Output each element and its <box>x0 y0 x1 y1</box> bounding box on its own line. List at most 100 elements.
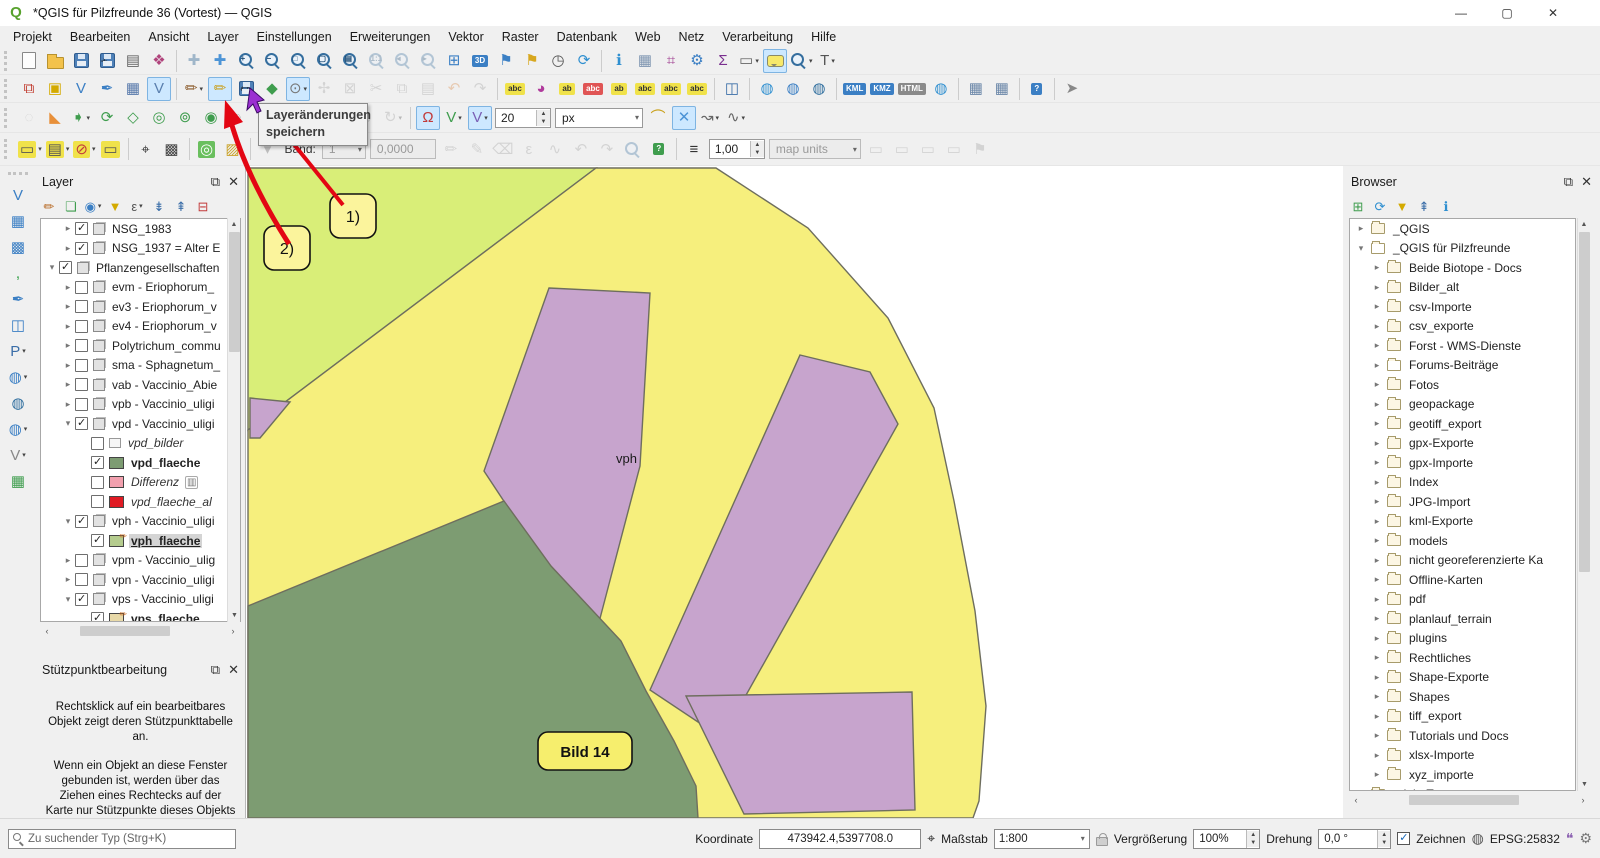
layer-item[interactable]: ▸NSG_1983 <box>41 219 240 239</box>
layer-item[interactable]: Differenz▥ <box>41 473 240 493</box>
expander-icon[interactable]: ▾ <box>45 262 59 273</box>
zoom-out-button[interactable]: − <box>260 49 284 73</box>
browser-item[interactable]: ▸tiff_export <box>1350 707 1575 727</box>
add-mesh-layer-button[interactable]: ▩ <box>6 235 30 259</box>
toolbar-handle[interactable] <box>4 139 13 159</box>
expander-icon[interactable]: ▸ <box>1370 594 1384 605</box>
show-spatial-bookmarks-button[interactable]: ⚑ <box>494 49 518 73</box>
add-virtual-layer-table-button[interactable]: ▦ <box>6 469 30 493</box>
serval-draw-button[interactable]: ▨ <box>221 137 245 161</box>
raster-epsilon-button[interactable]: ε <box>517 137 541 161</box>
expander-icon[interactable]: ▸ <box>1354 789 1368 791</box>
raster-undo-button[interactable]: ↶ <box>569 137 593 161</box>
add-xyz-layer-button[interactable]: ◍ <box>6 391 30 415</box>
kmz-tools-button[interactable]: KMZ <box>869 77 894 101</box>
self-snapping-button[interactable]: ↝▾ <box>698 106 722 130</box>
tasks-icon[interactable]: ⚙ <box>1579 830 1592 847</box>
text-annotation-button[interactable]: T▾ <box>816 49 840 73</box>
simplify-feature-button[interactable]: ◇ <box>121 106 145 130</box>
refresh-browser-button[interactable]: ⟳ <box>1370 196 1390 216</box>
visibility-checkbox[interactable] <box>75 417 88 430</box>
new-geopackage-layer-button[interactable]: ▣ <box>43 77 67 101</box>
crs-value[interactable]: EPSG:25832 <box>1490 832 1560 846</box>
layer-item[interactable]: ▸vab - Vaccinio_Abie <box>41 375 240 395</box>
fill-ring-button[interactable]: ◉ <box>199 106 223 130</box>
add-mssql-layer-button[interactable]: P▾ <box>6 339 30 363</box>
menu-item-web[interactable]: Web <box>626 28 669 46</box>
messages-icon[interactable]: ❝ <box>1566 830 1574 847</box>
tracing-button[interactable]: ∿▾ <box>724 106 748 130</box>
browser-item[interactable]: ▸Fotos <box>1350 375 1575 395</box>
layer-item[interactable]: ▸vpb - Vaccinio_uligi <box>41 395 240 415</box>
expander-icon[interactable]: ▸ <box>1370 379 1384 390</box>
maximize-button[interactable]: ▢ <box>1484 0 1530 26</box>
browser-item[interactable]: ▸adobeTemp <box>1350 785 1575 792</box>
browser-item[interactable]: ▸xyz_importe <box>1350 765 1575 785</box>
render-checkbox[interactable] <box>1397 832 1410 845</box>
visibility-checkbox[interactable] <box>91 437 104 450</box>
properties-widget-button[interactable]: ℹ <box>1436 196 1456 216</box>
expander-icon[interactable]: ▸ <box>1370 438 1384 449</box>
geocoder-button[interactable]: ▾ <box>789 49 814 73</box>
expander-icon[interactable]: ▸ <box>1370 691 1384 702</box>
mesh-units[interactable]: map units▾ <box>769 139 861 159</box>
toolbar-handle[interactable] <box>4 79 13 99</box>
browser-item[interactable]: ▸Rechtliches <box>1350 648 1575 668</box>
menu-item-layer[interactable]: Layer <box>198 28 247 46</box>
layer-item[interactable]: ▾vps - Vaccinio_uligi <box>41 590 240 610</box>
visibility-checkbox[interactable] <box>75 554 88 567</box>
measure-line-button[interactable]: ▭▾ <box>737 49 761 73</box>
menu-item-projekt[interactable]: Projekt <box>4 28 61 46</box>
expander-icon[interactable]: ▸ <box>61 301 75 312</box>
copy-features-button[interactable]: ⧉ <box>390 77 414 101</box>
manage-map-themes-button[interactable]: ◉▾ <box>83 196 103 216</box>
minimize-button[interactable]: — <box>1438 0 1484 26</box>
visibility-checkbox[interactable] <box>91 612 104 622</box>
visibility-checkbox[interactable] <box>75 242 88 255</box>
style-manager-button[interactable]: ❖ <box>147 49 171 73</box>
menu-item-vektor[interactable]: Vektor <box>439 28 492 46</box>
delete-ring-button[interactable]: ◌ <box>225 106 249 130</box>
temporal-controller-button[interactable]: ◷ <box>546 49 570 73</box>
new-print-layout-button[interactable]: ▤ <box>121 49 145 73</box>
expander-icon[interactable]: ▸ <box>1370 340 1384 351</box>
layer-item[interactable]: ▸ev4 - Eriophorum_v <box>41 317 240 337</box>
expander-icon[interactable]: ▾ <box>61 594 75 605</box>
serval-probe-button[interactable]: ◎ <box>195 137 219 161</box>
visibility-checkbox[interactable] <box>75 222 88 235</box>
zoom-next-button[interactable]: ▸ <box>416 49 440 73</box>
browser-item[interactable]: ▸gpx-Importe <box>1350 453 1575 473</box>
raster-zigzag-button[interactable]: ∿ <box>543 137 567 161</box>
refresh-map-button[interactable]: ⟳ <box>572 49 596 73</box>
layer-tree-hscrollbar[interactable]: ‹ › <box>40 624 240 638</box>
expander-icon[interactable]: ▾ <box>1354 243 1368 254</box>
processing-toolbox-button[interactable]: ⚙ <box>685 49 709 73</box>
expander-icon[interactable]: ▸ <box>1370 652 1384 663</box>
filter-by-expression-button[interactable]: ε▾ <box>127 196 147 216</box>
vertex-tool-button[interactable]: ⊙▾ <box>286 77 310 101</box>
layer-item[interactable]: vpd_bilder <box>41 434 240 454</box>
map-canvas[interactable]: vphBild 141)2) <box>245 166 1343 818</box>
layer-item[interactable]: ▸vpm - Vaccinio_ulig <box>41 551 240 571</box>
browser-item[interactable]: ▸Index <box>1350 473 1575 493</box>
browser-item[interactable]: ▸_QGIS <box>1350 219 1575 239</box>
layer-item[interactable]: ▸Polytrichum_commu <box>41 336 240 356</box>
snap-to-segment-button[interactable]: V▾ <box>468 106 492 130</box>
browser-item[interactable]: ▸Bilder_alt <box>1350 278 1575 298</box>
expander-icon[interactable]: ▸ <box>1370 262 1384 273</box>
raster-redo-button[interactable]: ↷ <box>595 137 619 161</box>
scale-combo[interactable]: 1:800▾ <box>994 829 1090 849</box>
statistical-summary-button[interactable]: ⌗ <box>659 49 683 73</box>
delete-selected-button[interactable]: ⊠ <box>338 77 362 101</box>
identify-features-button[interactable]: ℹ <box>607 49 631 73</box>
new-temporary-scratch-layer-button[interactable]: V <box>147 77 171 101</box>
project-open-button[interactable] <box>43 49 67 73</box>
raster-mag-button[interactable] <box>621 137 645 161</box>
mouse-position-icon[interactable]: ⌖ <box>927 830 935 847</box>
project-new-button[interactable] <box>17 49 41 73</box>
collapse-all-browser-button[interactable]: ⇞ <box>1414 196 1434 216</box>
raster-picker-button[interactable]: ▩ <box>160 137 184 161</box>
expander-icon[interactable]: ▸ <box>1370 535 1384 546</box>
new-virtual-layer-button[interactable]: ▦ <box>121 77 145 101</box>
add-part-button[interactable]: ⊚ <box>173 106 197 130</box>
